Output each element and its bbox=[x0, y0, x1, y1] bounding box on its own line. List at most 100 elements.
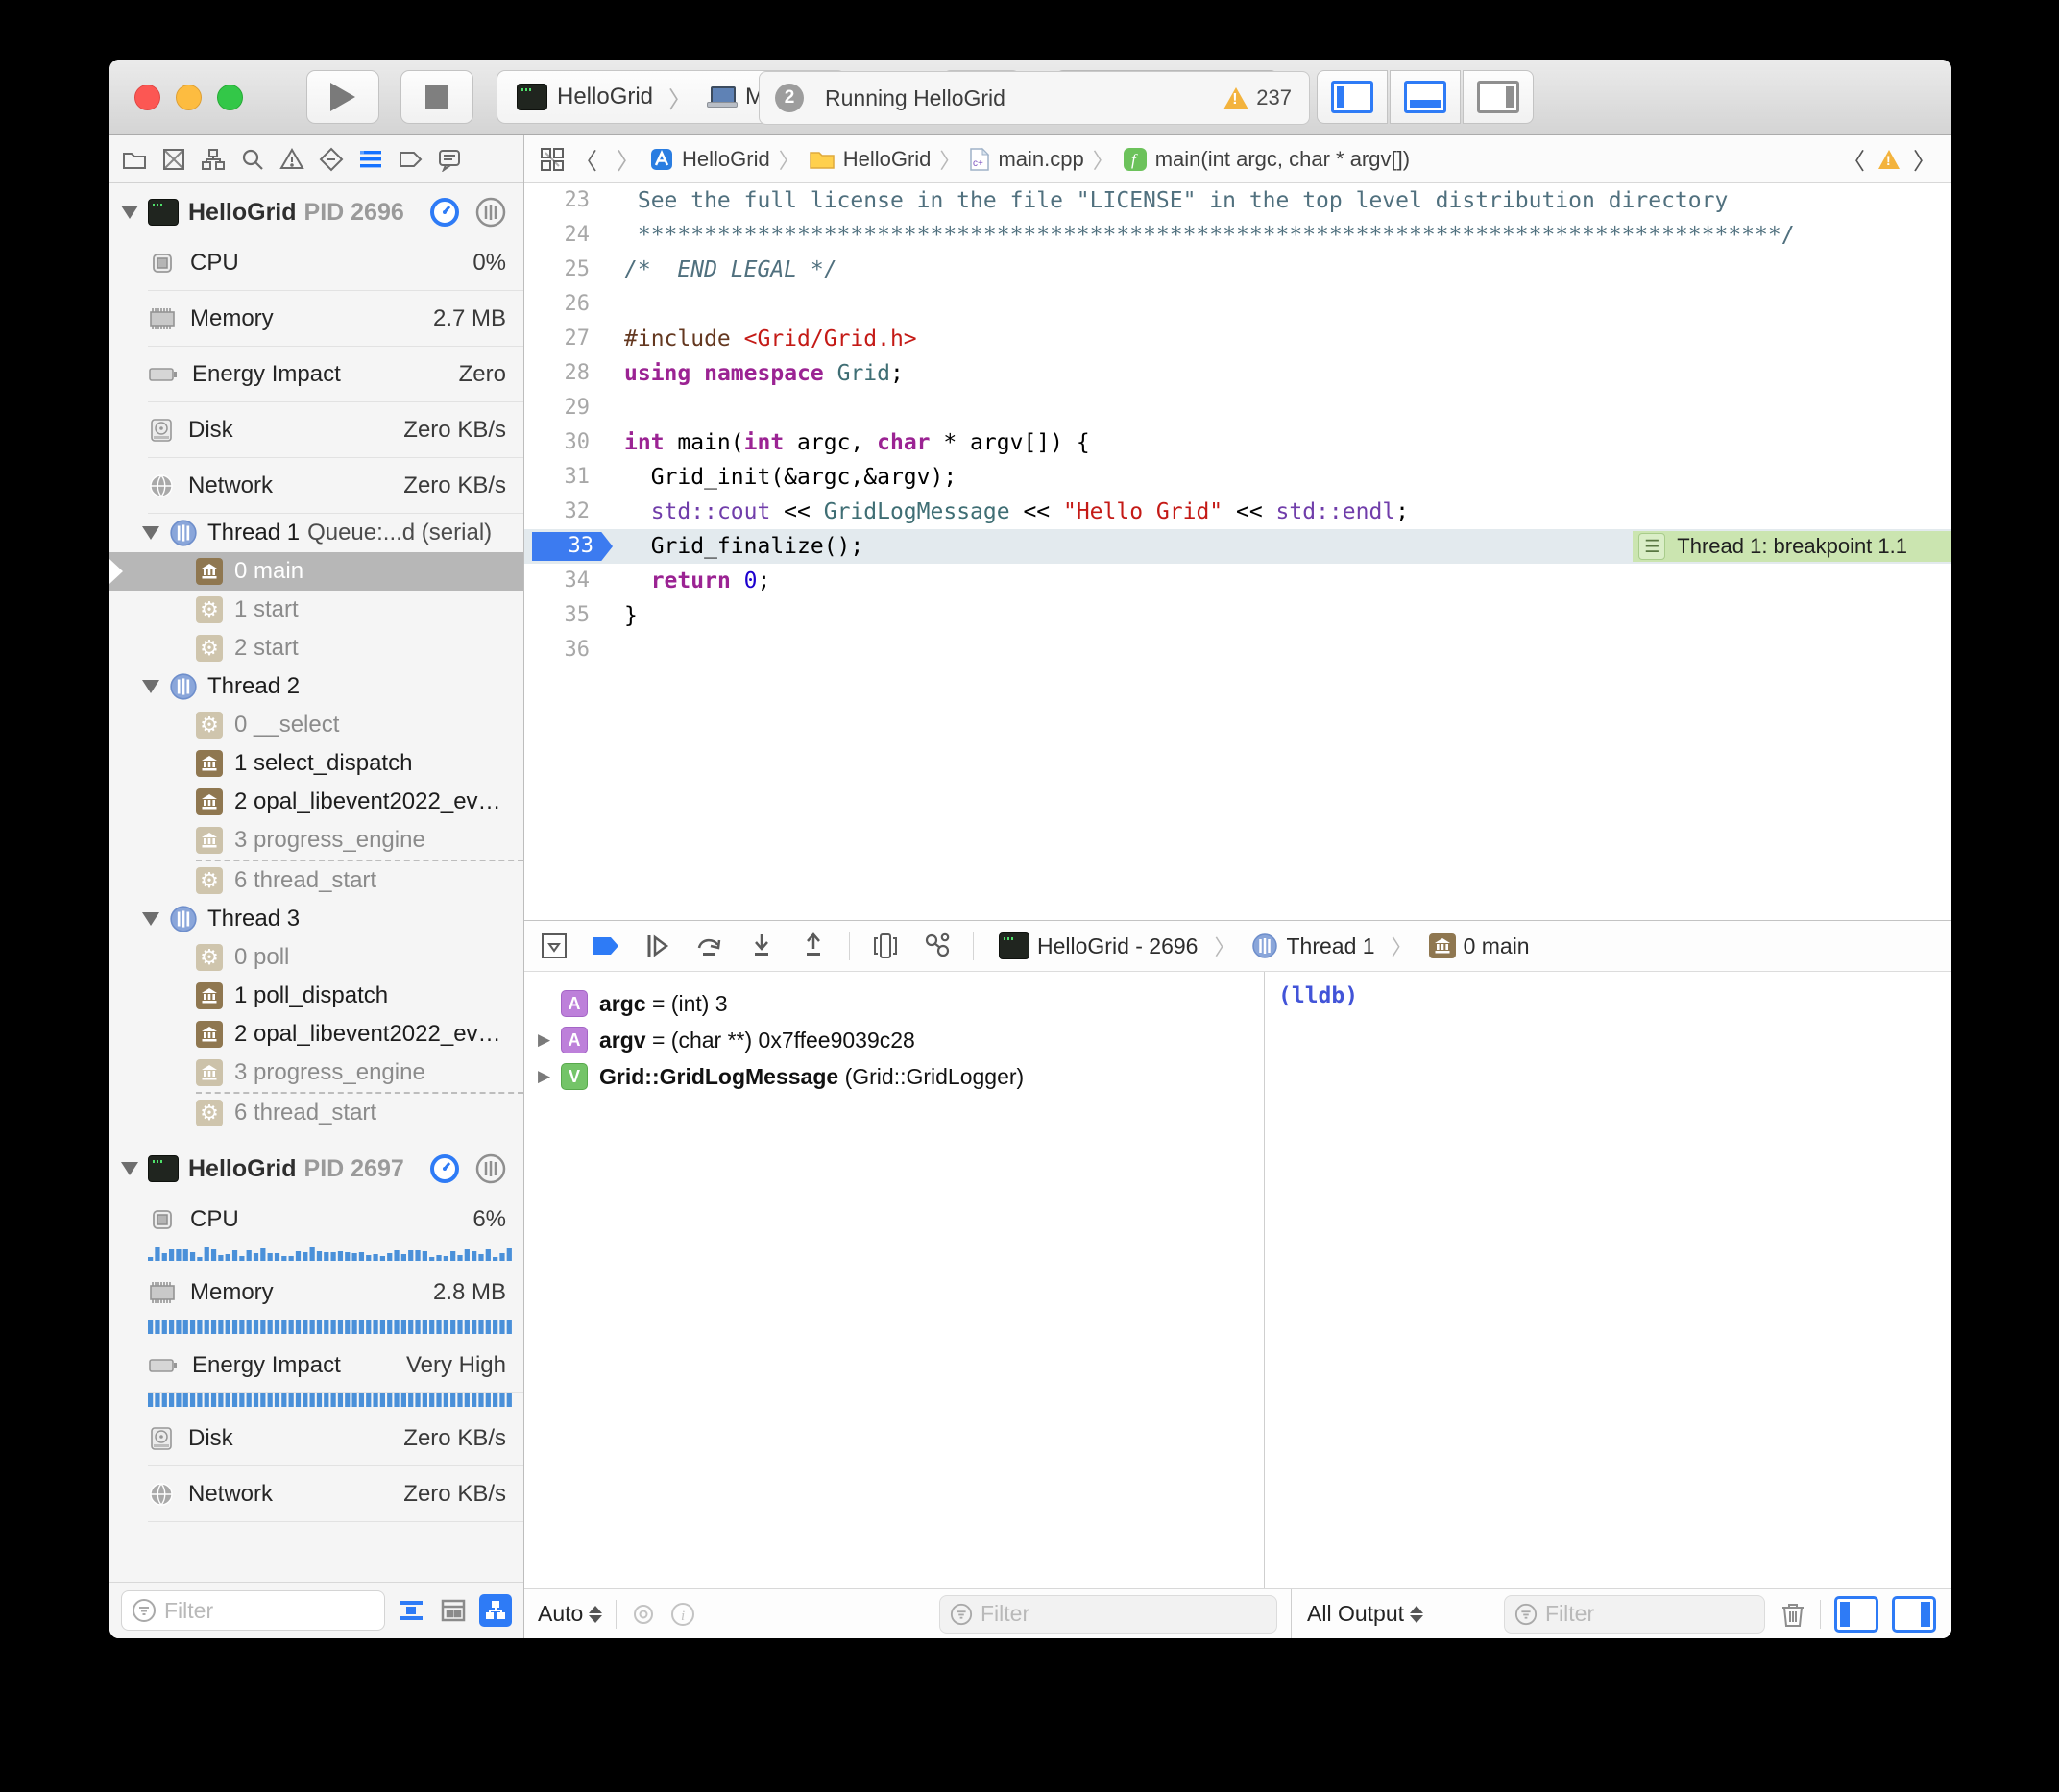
code-line[interactable]: 25 /* END LEGAL */ bbox=[524, 253, 1951, 287]
code-line[interactable]: 36 bbox=[524, 633, 1951, 667]
disclosure-triangle-icon[interactable] bbox=[121, 206, 138, 219]
console-view[interactable]: (lldb) bbox=[1264, 972, 1951, 1588]
tab-project-navigator[interactable] bbox=[121, 146, 148, 173]
thread-columns-icon[interactable] bbox=[475, 1153, 506, 1184]
disclosure-triangle-icon[interactable] bbox=[142, 680, 159, 693]
code-line[interactable]: 24 *************************************… bbox=[524, 218, 1951, 253]
stack-frame-row[interactable]: 0 main bbox=[109, 552, 523, 591]
memory-graph-button[interactable] bbox=[921, 930, 954, 962]
stop-button[interactable] bbox=[400, 70, 473, 124]
code-line[interactable]: 35 } bbox=[524, 598, 1951, 633]
activity-view[interactable]: 2 Running HelloGrid 237 bbox=[759, 71, 1310, 125]
gauge-icon[interactable] bbox=[429, 1153, 460, 1184]
stack-frame-row[interactable]: ⚙0 poll bbox=[109, 938, 523, 977]
thread-row[interactable]: Thread 2 bbox=[109, 667, 523, 706]
disclosure-triangle-icon[interactable] bbox=[121, 1162, 138, 1175]
stack-frame-row[interactable]: ⚙6 thread_start bbox=[196, 860, 523, 900]
crumb-file[interactable]: main.cpp bbox=[998, 147, 1083, 172]
quick-look-button[interactable] bbox=[630, 1604, 657, 1625]
gauge-row-cpu[interactable]: CPU0% bbox=[109, 235, 523, 291]
filter-breakpoints-button[interactable] bbox=[395, 1594, 427, 1627]
tab-report-navigator[interactable] bbox=[436, 146, 463, 173]
source-editor[interactable]: 23 See the full license in the file "LIC… bbox=[524, 183, 1951, 920]
code-line[interactable]: 27 #include <Grid/Grid.h> bbox=[524, 322, 1951, 356]
stack-frame-row[interactable]: 1 poll_dispatch bbox=[109, 977, 523, 1015]
back-button[interactable]: 〈 bbox=[574, 142, 597, 176]
thread-row[interactable]: Thread 3 bbox=[109, 900, 523, 938]
toggle-inspectors-button[interactable] bbox=[1463, 70, 1534, 124]
variable-row[interactable]: A argc = (int) 3 bbox=[524, 985, 1264, 1022]
debug-view-hierarchy-button[interactable] bbox=[869, 930, 902, 962]
hide-debug-area-button[interactable] bbox=[538, 930, 570, 962]
code-line[interactable]: 26 bbox=[524, 287, 1951, 322]
crumb-group[interactable]: HelloGrid bbox=[843, 147, 932, 172]
disclosure-triangle-icon[interactable] bbox=[142, 912, 159, 926]
show-console-button[interactable] bbox=[1892, 1596, 1936, 1633]
debug-crumb-process[interactable]: HelloGrid - 2696 bbox=[1037, 933, 1198, 959]
view-process-by-queue-button[interactable] bbox=[479, 1594, 512, 1627]
variable-row[interactable]: ▶ V Grid::GridLogMessage (Grid::GridLogg… bbox=[524, 1058, 1264, 1095]
console-output-popup[interactable]: All Output bbox=[1307, 1601, 1423, 1627]
stack-frame-row[interactable]: ⚙6 thread_start bbox=[196, 1092, 523, 1132]
gauge-row-cpu[interactable]: CPU6% bbox=[109, 1192, 523, 1247]
clear-console-button[interactable] bbox=[1780, 1600, 1806, 1629]
code-line-breakpoint[interactable]: 33 Grid_finalize(); ☰ Thread 1: breakpoi… bbox=[524, 529, 1951, 564]
code-line[interactable]: 31 Grid_init(&argc,&argv); bbox=[524, 460, 1951, 495]
stack-frame-row[interactable]: ⚙0 __select bbox=[109, 706, 523, 744]
debug-crumb-thread[interactable]: Thread 1 bbox=[1286, 933, 1374, 959]
code-line[interactable]: 30 int main(int argc, char * argv[]) { bbox=[524, 425, 1951, 460]
filter-view-mode-button[interactable] bbox=[437, 1594, 470, 1627]
code-line[interactable]: 28 using namespace Grid; bbox=[524, 356, 1951, 391]
gauge-row-network[interactable]: NetworkZero KB/s bbox=[109, 1466, 523, 1522]
forward-button[interactable]: 〉 bbox=[617, 142, 640, 176]
gauge-row-energy-impact[interactable]: Energy ImpactVery High bbox=[109, 1338, 523, 1393]
previous-issue-button[interactable]: 〈 bbox=[1842, 142, 1865, 176]
process-row[interactable]: HelloGridPID 2696 bbox=[109, 189, 523, 235]
gauge-row-memory[interactable]: Memory2.7 MB bbox=[109, 291, 523, 347]
gauge-row-network[interactable]: NetworkZero KB/s bbox=[109, 458, 523, 514]
code-line[interactable]: 23 See the full license in the file "LIC… bbox=[524, 183, 1951, 218]
disclosure-triangle-icon[interactable] bbox=[142, 526, 159, 540]
gauge-icon[interactable] bbox=[429, 197, 460, 228]
crumb-project[interactable]: HelloGrid bbox=[682, 147, 770, 172]
code-line[interactable]: 32 std::cout << GridLogMessage << "Hello… bbox=[524, 495, 1951, 529]
tab-issue-navigator[interactable] bbox=[279, 146, 305, 173]
step-into-button[interactable] bbox=[745, 930, 778, 962]
close-window-button[interactable] bbox=[134, 85, 160, 110]
tab-breakpoint-navigator[interactable] bbox=[397, 146, 424, 173]
stack-frame-row[interactable]: 1 select_dispatch bbox=[109, 744, 523, 783]
variables-scope-popup[interactable]: Auto bbox=[538, 1601, 602, 1627]
info-button[interactable]: i bbox=[670, 1602, 695, 1627]
thread-row[interactable]: Thread 1Queue:...d (serial) bbox=[109, 514, 523, 552]
process-row[interactable]: HelloGridPID 2697 bbox=[109, 1146, 523, 1192]
step-over-button[interactable] bbox=[693, 930, 726, 962]
minimize-window-button[interactable] bbox=[176, 85, 202, 110]
gauge-row-disk[interactable]: DiskZero KB/s bbox=[109, 402, 523, 458]
stack-frame-row[interactable]: ⚙1 start bbox=[109, 591, 523, 629]
stack-frame-row[interactable]: 3 progress_engine bbox=[109, 821, 523, 860]
breakpoint-marker[interactable]: 33 bbox=[532, 532, 613, 561]
zoom-window-button[interactable] bbox=[217, 85, 243, 110]
tab-test-navigator[interactable] bbox=[318, 146, 345, 173]
tab-find-navigator[interactable] bbox=[239, 146, 266, 173]
tab-debug-navigator[interactable] bbox=[357, 146, 384, 173]
tab-source-control-navigator[interactable] bbox=[160, 146, 187, 173]
stack-frame-row[interactable]: 2 opal_libevent2022_ev… bbox=[109, 1015, 523, 1053]
step-out-button[interactable] bbox=[797, 930, 830, 962]
code-line[interactable]: 29 bbox=[524, 391, 1951, 425]
variables-view[interactable]: A argc = (int) 3 ▶ A argv = (char **) 0x… bbox=[524, 972, 1264, 1588]
gauge-row-disk[interactable]: DiskZero KB/s bbox=[109, 1411, 523, 1466]
related-items-icon[interactable] bbox=[540, 147, 565, 172]
gauge-row-memory[interactable]: Memory2.8 MB bbox=[109, 1265, 523, 1320]
breakpoints-toggle-button[interactable] bbox=[590, 930, 622, 962]
stack-frame-row[interactable]: 2 opal_libevent2022_ev… bbox=[109, 783, 523, 821]
thread-columns-icon[interactable] bbox=[475, 197, 506, 228]
breakpoint-annotation[interactable]: ☰ Thread 1: breakpoint 1.1 bbox=[1633, 531, 1951, 562]
debug-crumb-frame[interactable]: 0 main bbox=[1464, 933, 1530, 959]
run-button[interactable] bbox=[306, 70, 379, 124]
variables-filter-field[interactable]: Filter bbox=[939, 1595, 1277, 1634]
tab-symbol-navigator[interactable] bbox=[200, 146, 227, 173]
code-line[interactable]: 34 return 0; bbox=[524, 564, 1951, 598]
stack-frame-row[interactable]: ⚙2 start bbox=[109, 629, 523, 667]
disclosure-triangle-icon[interactable]: ▶ bbox=[538, 1067, 561, 1086]
